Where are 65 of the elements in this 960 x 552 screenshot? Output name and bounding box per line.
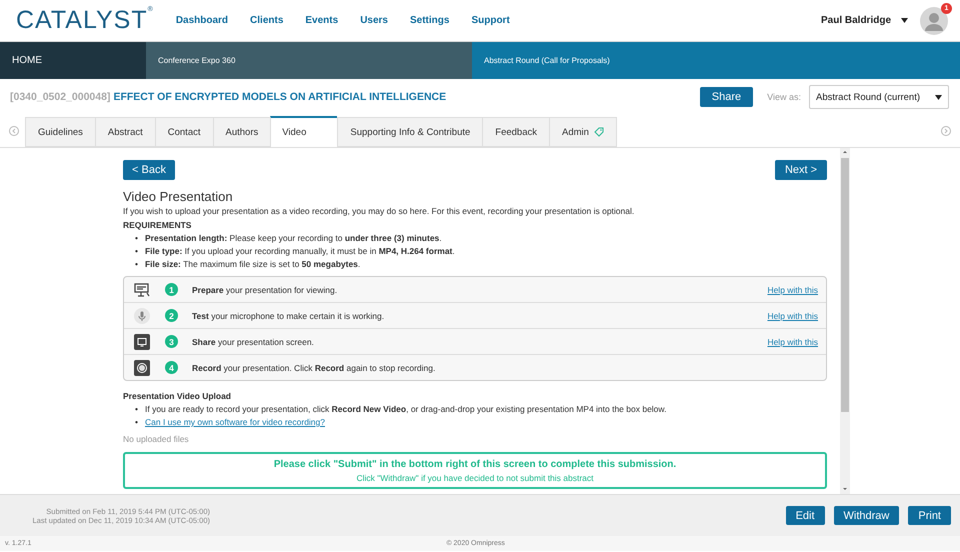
section-heading: Video Presentation — [123, 189, 234, 204]
avatar-icon[interactable] — [920, 6, 948, 34]
nav-link[interactable]: Settings — [410, 15, 450, 26]
tab[interactable]: Supporting Info & Contribute — [337, 117, 482, 147]
tab[interactable]: Feedback — [482, 117, 550, 147]
help-link[interactable]: Help with this — [767, 284, 818, 294]
requirement-item: File size: The maximum file size is set to 50 megabytes. — [144, 258, 360, 271]
nav-link[interactable]: Events — [305, 15, 338, 26]
monitor-icon — [134, 334, 150, 350]
nav-link[interactable]: Support — [471, 15, 510, 26]
step-number: 4 — [165, 361, 178, 374]
upload-heading: Presentation Video Upload — [123, 391, 232, 401]
requirement-item: Presentation length: Please keep your recording to under three (3) minutes. — [144, 232, 442, 245]
tag-icon — [594, 127, 604, 137]
nav-link[interactable]: Clients — [250, 15, 284, 26]
caret-icon[interactable] — [901, 18, 908, 23]
tab[interactable]: Authors — [212, 117, 270, 147]
list-bullet: • — [135, 232, 138, 245]
tab[interactable]: Abstract — [94, 117, 155, 147]
step-number: 2 — [165, 309, 178, 322]
catalyst-logo[interactable]: CATALYST$^{®}$ — [16, 6, 154, 35]
step-number: 1 — [165, 283, 178, 296]
step-text: Share your presentation screen. — [192, 336, 315, 346]
footer-button[interactable]: Print — [908, 506, 951, 525]
record-icon — [134, 360, 150, 376]
record-title: EFFECT OF ENCRYPTED MODELS ON ARTIFICIAL INTELLIGENCE — [113, 91, 448, 103]
tab[interactable]: Contact — [154, 117, 212, 147]
list-bullet: • — [135, 403, 138, 416]
upload-instruction: If you are ready to record your presentation, click Record New Video, or drag-and-drop your existing presentation MP4 into the box below. — [144, 403, 666, 416]
footer-button[interactable]: Withdraw — [834, 506, 900, 525]
step-text: Prepare your presentation for viewing. — [192, 284, 338, 294]
microphone-icon — [134, 308, 150, 324]
breadcrumb-item[interactable]: Abstract Round (Call for Proposals) — [472, 42, 960, 79]
breadcrumb-item[interactable]: HOME — [0, 42, 146, 79]
tab[interactable]: Admin — [549, 117, 617, 147]
view-as-label: View as: — [767, 92, 801, 102]
intro-text: If you wish to upload your presentation as a video recording, you may do so here. For this event, recording your presentation is optional. — [123, 206, 636, 216]
help-link[interactable]: Help with this — [767, 336, 818, 346]
tab[interactable]: Guidelines — [25, 117, 95, 147]
share-button[interactable]: Share — [700, 87, 754, 107]
caret-icon[interactable] — [935, 94, 942, 100]
requirement-item: File type: If you upload your recording manually, it must be in MP4, H.264 format. — [144, 245, 455, 258]
nav-link[interactable]: Users — [360, 15, 388, 26]
no-files-text: No uploaded files — [123, 434, 190, 444]
user-name[interactable]: Paul Baldridge — [820, 15, 891, 26]
view-as-dropdown[interactable]: Abstract Round (current) — [809, 85, 949, 109]
help-link[interactable]: Help with this — [767, 310, 818, 320]
record-id: [0340_0502_000048] — [10, 91, 110, 103]
list-bullet: • — [135, 258, 138, 271]
breadcrumb-item[interactable]: Conference Expo 360 — [146, 42, 472, 79]
nav-link[interactable]: Dashboard — [176, 15, 228, 26]
step-text: Test your microphone to make certain it is working. — [192, 310, 386, 320]
requirements-heading: REQUIREMENTS — [123, 220, 192, 230]
help-link[interactable]: Can I use my own software for video recording? — [144, 416, 325, 429]
notice-text: Please click "Submit" in the bottom right of this screen to complete this submission. — [272, 459, 678, 470]
list-bullet: • — [135, 416, 138, 429]
presentation-icon — [134, 282, 150, 298]
list-bullet: • — [135, 245, 138, 258]
next-button[interactable]: Next > — [775, 160, 827, 180]
tab[interactable]: Video — [270, 116, 338, 148]
footer-button[interactable]: Edit — [786, 506, 825, 525]
notice-subtext: Click "Withdraw" if you have decided to not submit this abstract — [355, 473, 595, 483]
back-button[interactable]: < Back — [123, 160, 175, 180]
step-text: Record your presentation. Click Record again to stop recording. — [192, 362, 436, 372]
step-number: 3 — [165, 335, 178, 348]
